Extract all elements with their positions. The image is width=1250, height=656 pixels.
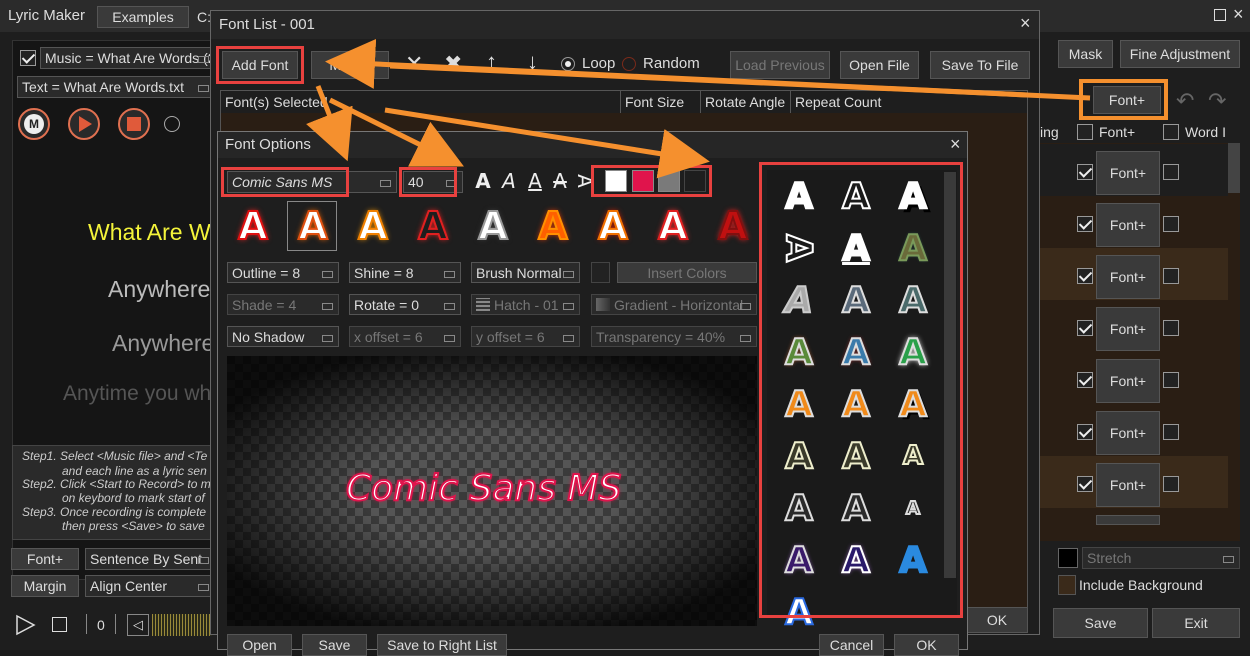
annotation-arrows — [306, 38, 1091, 179]
arrow-to-add-font — [389, 63, 1029, 98]
arrow-to-font-name — [306, 85, 353, 162]
